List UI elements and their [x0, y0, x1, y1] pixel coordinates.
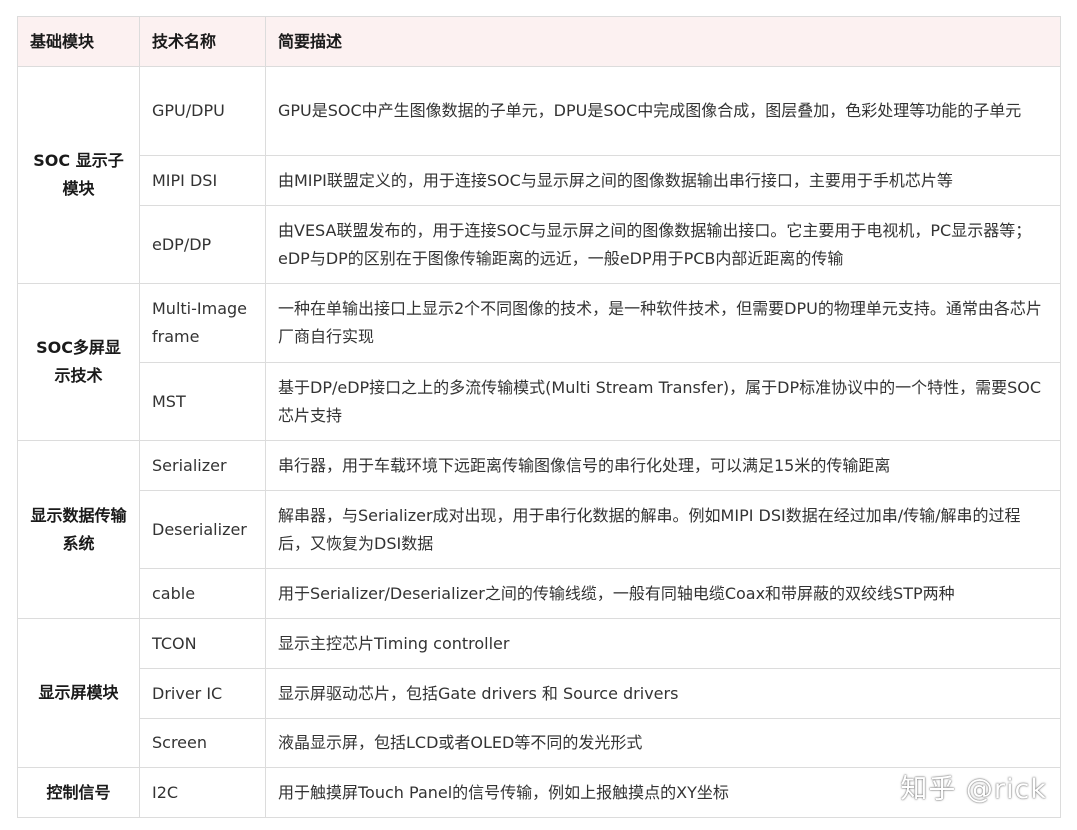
- table-row: SOC 显示子模块 GPU/DPU GPU是SOC中产生图像数据的子单元，DPU…: [17, 66, 1061, 284]
- tech-table: 基础模块 技术名称 简要描述 SOC 显示子模块 GPU/DPU GPU是SOC…: [17, 16, 1061, 818]
- description-cell: 用于Serializer/Deserializer之间的传输线缆，一般有同轴电缆…: [265, 568, 1061, 619]
- description-cell: 一种在单输出接口上显示2个不同图像的技术，是一种软件技术，但需要DPU的物理单元…: [265, 283, 1061, 363]
- module-cell: 显示数据传输系统: [17, 440, 140, 619]
- description-cell: 显示主控芯片Timing controller: [265, 618, 1061, 669]
- table-row: 显示屏模块 TCON 显示主控芯片Timing controller: [17, 618, 1061, 768]
- header-description: 简要描述: [265, 16, 1061, 67]
- tech-name-cell: Multi-Image frame: [139, 283, 266, 363]
- table-row: cable 用于Serializer/Deserializer之间的传输线缆，一…: [18, 568, 1061, 619]
- tech-name-cell: MST: [139, 362, 266, 441]
- tech-name-cell: Driver IC: [139, 668, 266, 719]
- module-cell: 显示屏模块: [17, 618, 140, 768]
- tech-name-cell: eDP/DP: [139, 205, 266, 284]
- tech-name-cell: GPU/DPU: [139, 66, 266, 156]
- description-cell: 由VESA联盟发布的，用于连接SOC与显示屏之间的图像数据输出接口。它主要用于电…: [265, 205, 1061, 284]
- tech-name-cell: TCON: [139, 618, 266, 669]
- table-row: 显示数据传输系统 Serializer 串行器，用于车载环境下远距离传输图像信号…: [17, 440, 1061, 619]
- tech-name-cell: Screen: [139, 718, 266, 768]
- description-cell: 基于DP/eDP接口之上的多流传输模式(Multi Stream Transfe…: [265, 362, 1061, 441]
- table-row: eDP/DP 由VESA联盟发布的，用于连接SOC与显示屏之间的图像数据输出接口…: [18, 205, 1061, 284]
- description-cell: 由MIPI联盟定义的，用于连接SOC与显示屏之间的图像数据输出串行接口，主要用于…: [265, 155, 1061, 206]
- description-cell: 串行器，用于车载环境下远距离传输图像信号的串行化处理，可以满足15米的传输距离: [265, 440, 1061, 491]
- description-cell: 液晶显示屏，包括LCD或者OLED等不同的发光形式: [265, 718, 1061, 768]
- table-row: Driver IC 显示屏驱动芯片，包括Gate drivers 和 Sourc…: [18, 668, 1061, 719]
- description-cell: 显示屏驱动芯片，包括Gate drivers 和 Source drivers: [265, 668, 1061, 719]
- tech-name-cell: Deserializer: [139, 490, 266, 569]
- table-row: MST 基于DP/eDP接口之上的多流传输模式(Multi Stream Tra…: [18, 362, 1061, 441]
- header-module: 基础模块: [17, 16, 140, 67]
- module-cell: 控制信号: [17, 767, 140, 818]
- table-row: MIPI DSI 由MIPI联盟定义的，用于连接SOC与显示屏之间的图像数据输出…: [18, 155, 1061, 206]
- table-row: Deserializer 解串器，与Serializer成对出现，用于串行化数据…: [18, 490, 1061, 569]
- tech-name-cell: I2C: [139, 767, 266, 818]
- module-cell: SOC 显示子模块: [17, 66, 140, 284]
- table-header-row: 基础模块 技术名称 简要描述: [17, 16, 1061, 67]
- watermark: 知乎 @rick: [900, 774, 1047, 805]
- description-cell: GPU是SOC中产生图像数据的子单元，DPU是SOC中完成图像合成，图层叠加，色…: [265, 66, 1061, 156]
- table-row: SOC多屏显示技术 Multi-Image frame 一种在单输出接口上显示2…: [17, 283, 1061, 441]
- module-cell: SOC多屏显示技术: [17, 283, 140, 441]
- tech-name-cell: cable: [139, 568, 266, 619]
- description-cell: 解串器，与Serializer成对出现，用于串行化数据的解串。例如MIPI DS…: [265, 490, 1061, 569]
- header-tech-name: 技术名称: [139, 16, 266, 67]
- tech-name-cell: Serializer: [139, 440, 266, 491]
- tech-name-cell: MIPI DSI: [139, 155, 266, 206]
- table-row: Screen 液晶显示屏，包括LCD或者OLED等不同的发光形式: [18, 718, 1061, 768]
